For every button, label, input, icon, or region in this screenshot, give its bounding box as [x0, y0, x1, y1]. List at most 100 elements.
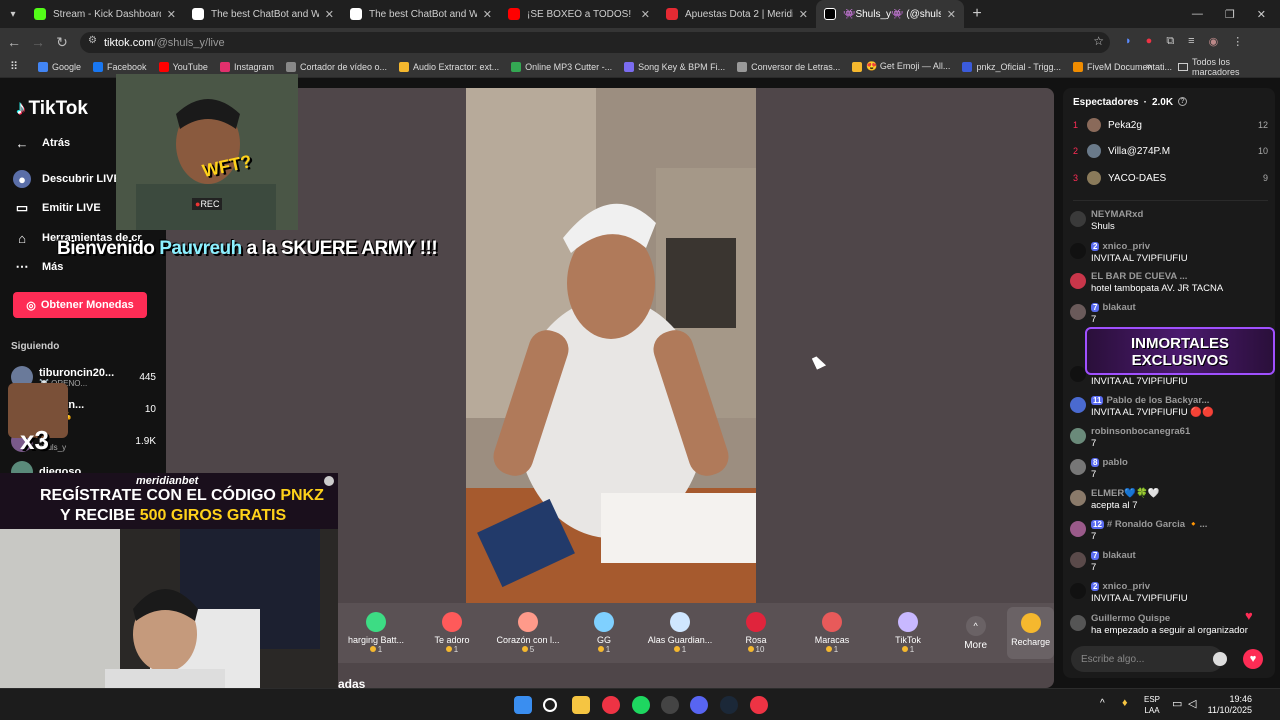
browser-tab[interactable]: The best ChatBot and Widgets ✕: [184, 0, 342, 28]
extension-icon[interactable]: ●: [1146, 35, 1153, 48]
chat-input[interactable]: Escribe algo...: [1071, 646, 1223, 672]
profile-icon[interactable]: ◉: [1209, 35, 1219, 48]
nav-discover-live[interactable]: ● Descubrir LIVE: [13, 170, 121, 188]
close-tab-icon[interactable]: ✕: [799, 8, 808, 21]
bookmark-item[interactable]: Facebook: [93, 61, 147, 72]
menu-icon[interactable]: ⋮: [1232, 35, 1243, 48]
bookmark-item[interactable]: Conversor de Letras...: [737, 61, 840, 72]
bookmark-item[interactable]: YouTube: [158, 61, 208, 72]
chat-message[interactable]: 2xnico_privINVITA AL 7VIPFIUFIU: [1070, 241, 1270, 267]
all-bookmarks[interactable]: Todos los marcadores: [1178, 57, 1280, 77]
bookmark-star-icon[interactable]: ☆: [1093, 34, 1104, 48]
browser-tab[interactable]: Stream - Kick Dashboard ✕: [26, 0, 184, 28]
maximize-icon[interactable]: ❐: [1225, 8, 1235, 21]
microphone-icon[interactable]: ♦: [1122, 697, 1128, 709]
chat-message[interactable]: 7 blakaut 7: [1070, 302, 1270, 328]
clock[interactable]: 19:46 11/10/2025: [1208, 694, 1252, 716]
forward-icon[interactable]: →: [28, 34, 48, 50]
gift-item[interactable]: Corazón con l... 5: [490, 612, 566, 654]
extension-icon[interactable]: ◗: [1125, 35, 1132, 48]
new-tab-button[interactable]: +: [964, 5, 990, 23]
heart-button[interactable]: ♥: [1243, 649, 1263, 669]
bookmark-item[interactable]: pnkz_Oficial - Trigg...: [962, 61, 1061, 72]
chat-message[interactable]: 12 # Ronaldo Garcia 🔸... 7: [1070, 519, 1270, 545]
minimize-icon[interactable]: —: [1192, 8, 1203, 21]
nav-go-live[interactable]: ▭ Emitir LIVE: [13, 199, 101, 217]
tiktok-logo[interactable]: ♪ TikTok: [16, 98, 88, 120]
volume-icon[interactable]: ◁: [1188, 697, 1196, 710]
bookmark-item[interactable]: Online MP3 Cutter -...: [511, 61, 612, 72]
discord-icon[interactable]: [690, 696, 708, 714]
chat-message[interactable]: Guillermo Quispe ha empezado a seguir al …: [1070, 613, 1270, 639]
close-tab-icon[interactable]: ✕: [641, 8, 650, 21]
tray-chevron-icon[interactable]: ^: [1100, 698, 1105, 709]
gift-item[interactable]: Te adoro 1: [414, 612, 490, 654]
info-icon[interactable]: ?: [1178, 97, 1188, 106]
steam-icon[interactable]: [720, 696, 738, 714]
gift-item[interactable]: TikTok 1: [870, 612, 946, 654]
spotify-icon[interactable]: [632, 696, 650, 714]
bookmark-item[interactable]: Instagram: [219, 61, 274, 72]
network-icon[interactable]: ▭: [1172, 697, 1182, 710]
gift-item[interactable]: Alas Guardian... 1: [642, 612, 718, 654]
bookmark-item[interactable]: Song Key & BPM Fi...: [624, 61, 725, 72]
browser-tab[interactable]: The best ChatBot and Widgets ✕: [342, 0, 500, 28]
emoji-icon[interactable]: [1213, 652, 1227, 666]
more-bookmarks-icon[interactable]: »: [1146, 61, 1152, 72]
search-icon[interactable]: [543, 698, 557, 712]
chat-message[interactable]: EL BAR DE CUEVA ... hotel tambopata AV. J…: [1070, 271, 1270, 297]
chat-username: 7 blakaut: [1091, 302, 1136, 313]
site-info-icon[interactable]: ⚙: [88, 35, 97, 46]
windows-start-icon[interactable]: [514, 696, 532, 714]
gift-item[interactable]: Maracas 1: [794, 612, 870, 654]
top-viewer-row[interactable]: 3 YACO-DAES 9: [1073, 171, 1268, 185]
dot: ·: [1143, 97, 1147, 108]
chat-message[interactable]: robinsonbocanegra61 7: [1070, 426, 1270, 452]
browser-tab[interactable]: Apuestas Dota 2 | Meridianbet ✕: [658, 0, 816, 28]
bookmark-item[interactable]: Google: [38, 61, 81, 72]
browser-tab[interactable]: ¡SE BOXEÓ a TODOS! 🔥 Te ✕: [500, 0, 658, 28]
media-icon[interactable]: ≡: [1188, 35, 1194, 48]
file-explorer-icon[interactable]: [572, 696, 590, 714]
chat-message[interactable]: ELMER💙🍀🤍 acepta al 7: [1070, 488, 1270, 514]
chat-message[interactable]: 8 pablo 7: [1070, 457, 1270, 483]
coin-icon: [597, 646, 604, 652]
gifts-more-button[interactable]: ^ More: [946, 615, 1005, 651]
apps-icon[interactable]: ⠿: [0, 60, 28, 73]
browser-tab[interactable]: 👾Shuls_y👾 (@shuls_y) en ✕: [816, 0, 964, 28]
chat-message[interactable]: 2xnico_privINVITA AL 7VIPFIUFIU: [1070, 581, 1270, 607]
get-coins-button[interactable]: ◎ Obtener Monedas: [13, 292, 147, 318]
bookmark-item[interactable]: 😍 Get Emoji — All...: [852, 61, 950, 72]
language-indicator[interactable]: ESP LAA: [1144, 694, 1160, 716]
obs-icon[interactable]: [661, 696, 679, 714]
close-icon[interactable]: [324, 476, 334, 486]
gift-item[interactable]: harging Batt... 1: [338, 612, 414, 654]
avatar: [1070, 521, 1086, 537]
close-window-icon[interactable]: ✕: [1257, 8, 1266, 21]
bookmark-item[interactable]: Cortador de vídeo o...: [285, 61, 387, 72]
recharge-button[interactable]: Recharge: [1007, 607, 1054, 659]
bookmark-item[interactable]: FiveM Documentati...: [1072, 61, 1172, 72]
reload-icon[interactable]: ↻: [52, 34, 72, 51]
top-viewer-row[interactable]: 1 Peka2g 12: [1073, 118, 1268, 132]
chat-message[interactable]: 7 blakaut 7: [1070, 550, 1270, 576]
live-video[interactable]: [466, 88, 756, 603]
top-viewer-row[interactable]: 2 Villa@274P.M 10: [1073, 144, 1268, 158]
back-icon[interactable]: ←: [4, 34, 24, 50]
chat-message[interactable]: 11 Pablo de los Backyar... INVITA AL 7VIPF…: [1070, 395, 1270, 421]
tab-search-button[interactable]: ▾: [0, 9, 26, 20]
close-tab-icon[interactable]: ✕: [947, 8, 956, 21]
gift-item[interactable]: Rosa 10: [718, 612, 794, 654]
puzzle-icon[interactable]: ⧉: [1166, 35, 1174, 48]
address-bar[interactable]: ⚙ tiktok.com/@shuls_y/live ☆: [80, 32, 1110, 53]
chrome-profile-icon[interactable]: [750, 696, 768, 714]
close-tab-icon[interactable]: ✕: [167, 8, 176, 21]
gift-item[interactable]: GG 1: [566, 612, 642, 654]
close-tab-icon[interactable]: ✕: [325, 8, 334, 21]
close-tab-icon[interactable]: ✕: [483, 8, 492, 21]
chrome-icon[interactable]: [602, 696, 620, 714]
chat-message[interactable]: NEYMARxd Shuls: [1070, 209, 1270, 235]
nav-more[interactable]: ⋯ Más: [13, 258, 64, 276]
nav-back[interactable]: ← Atrás: [13, 134, 71, 152]
bookmark-item[interactable]: Audio Extractor: ext...: [399, 61, 499, 72]
